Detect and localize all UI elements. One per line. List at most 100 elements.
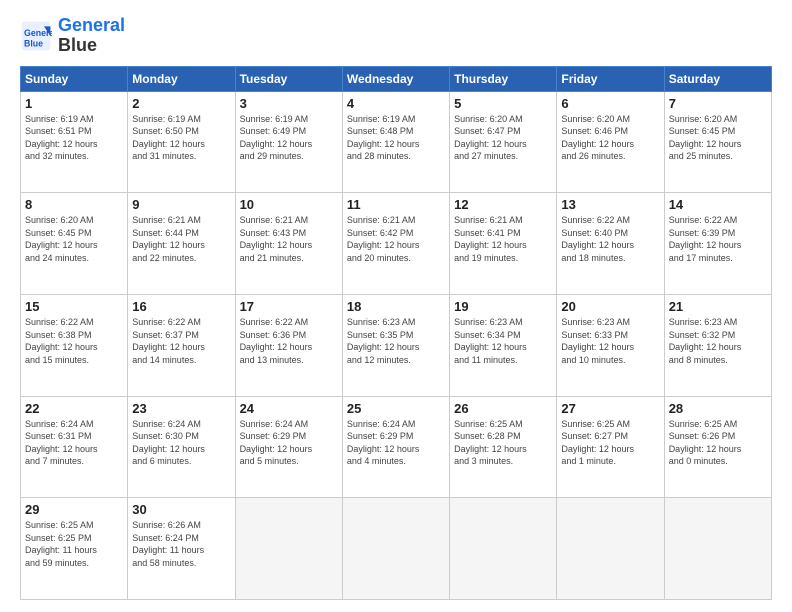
day-cell: 28 Sunrise: 6:25 AM Sunset: 6:26 PM Dayli… [664, 396, 771, 498]
day-number: 10 [240, 197, 338, 212]
day-number: 9 [132, 197, 230, 212]
day-number: 19 [454, 299, 552, 314]
day-number: 12 [454, 197, 552, 212]
day-number: 3 [240, 96, 338, 111]
weekday-header-thursday: Thursday [450, 66, 557, 91]
day-info: Sunrise: 6:25 AM Sunset: 6:28 PM Dayligh… [454, 418, 552, 468]
day-cell: 19Sunrise: 6:23 AM Sunset: 6:34 PM Dayli… [450, 294, 557, 396]
day-info: Sunrise: 6:22 AM Sunset: 6:39 PM Dayligh… [669, 214, 767, 264]
day-cell: 6 Sunrise: 6:20 AM Sunset: 6:46 PM Daylig… [557, 91, 664, 193]
day-number: 23 [132, 401, 230, 416]
week-row-5: 29Sunrise: 6:25 AM Sunset: 6:25 PM Dayli… [21, 498, 772, 600]
day-number: 11 [347, 197, 445, 212]
day-cell: 12 Sunrise: 6:21 AM Sunset: 6:41 PM Dayli… [450, 193, 557, 295]
day-cell: 7 Sunrise: 6:20 AM Sunset: 6:45 PM Daylig… [664, 91, 771, 193]
day-cell: 22 Sunrise: 6:24 AM Sunset: 6:31 PM Dayli… [21, 396, 128, 498]
day-cell [557, 498, 664, 600]
weekday-header-wednesday: Wednesday [342, 66, 449, 91]
logo-text: GeneralBlue [58, 16, 125, 56]
day-number: 30 [132, 502, 230, 517]
day-number: 28 [669, 401, 767, 416]
day-info: Sunrise: 6:20 AM Sunset: 6:46 PM Dayligh… [561, 113, 659, 163]
day-number: 15 [25, 299, 123, 314]
day-info: Sunrise: 6:23 AM Sunset: 6:33 PM Dayligh… [561, 316, 659, 366]
calendar: SundayMondayTuesdayWednesdayThursdayFrid… [20, 66, 772, 600]
day-cell: 8 Sunrise: 6:20 AM Sunset: 6:45 PM Daylig… [21, 193, 128, 295]
day-cell: 26 Sunrise: 6:25 AM Sunset: 6:28 PM Dayli… [450, 396, 557, 498]
weekday-header-friday: Friday [557, 66, 664, 91]
day-info: Sunrise: 6:23 AM Sunset: 6:35 PM Dayligh… [347, 316, 445, 366]
logo: General Blue GeneralBlue [20, 16, 125, 56]
day-number: 1 [25, 96, 123, 111]
day-info: Sunrise: 6:20 AM Sunset: 6:45 PM Dayligh… [25, 214, 123, 264]
day-cell: 14 Sunrise: 6:22 AM Sunset: 6:39 PM Dayli… [664, 193, 771, 295]
day-info: Sunrise: 6:19 AM Sunset: 6:49 PM Dayligh… [240, 113, 338, 163]
day-number: 7 [669, 96, 767, 111]
day-info: Sunrise: 6:19 AM Sunset: 6:50 PM Dayligh… [132, 113, 230, 163]
day-number: 27 [561, 401, 659, 416]
day-number: 14 [669, 197, 767, 212]
day-number: 25 [347, 401, 445, 416]
day-cell [664, 498, 771, 600]
day-info: Sunrise: 6:19 AM Sunset: 6:48 PM Dayligh… [347, 113, 445, 163]
day-info: Sunrise: 6:21 AM Sunset: 6:41 PM Dayligh… [454, 214, 552, 264]
weekday-header-monday: Monday [128, 66, 235, 91]
day-cell: 4 Sunrise: 6:19 AM Sunset: 6:48 PM Daylig… [342, 91, 449, 193]
day-info: Sunrise: 6:25 AM Sunset: 6:27 PM Dayligh… [561, 418, 659, 468]
day-cell: 1Sunrise: 6:19 AM Sunset: 6:51 PM Daylig… [21, 91, 128, 193]
day-info: Sunrise: 6:24 AM Sunset: 6:29 PM Dayligh… [347, 418, 445, 468]
day-number: 4 [347, 96, 445, 111]
day-info: Sunrise: 6:23 AM Sunset: 6:32 PM Dayligh… [669, 316, 767, 366]
day-number: 8 [25, 197, 123, 212]
day-cell: 2Sunrise: 6:19 AM Sunset: 6:50 PM Daylig… [128, 91, 235, 193]
day-cell [450, 498, 557, 600]
day-number: 24 [240, 401, 338, 416]
weekday-header-row: SundayMondayTuesdayWednesdayThursdayFrid… [21, 66, 772, 91]
day-cell [235, 498, 342, 600]
day-info: Sunrise: 6:20 AM Sunset: 6:45 PM Dayligh… [669, 113, 767, 163]
day-cell [342, 498, 449, 600]
day-cell: 13 Sunrise: 6:22 AM Sunset: 6:40 PM Dayli… [557, 193, 664, 295]
day-number: 20 [561, 299, 659, 314]
day-cell: 5Sunrise: 6:20 AM Sunset: 6:47 PM Daylig… [450, 91, 557, 193]
day-info: Sunrise: 6:22 AM Sunset: 6:38 PM Dayligh… [25, 316, 123, 366]
day-cell: 10 Sunrise: 6:21 AM Sunset: 6:43 PM Dayli… [235, 193, 342, 295]
day-number: 6 [561, 96, 659, 111]
day-number: 18 [347, 299, 445, 314]
day-number: 21 [669, 299, 767, 314]
day-cell: 18 Sunrise: 6:23 AM Sunset: 6:35 PM Dayli… [342, 294, 449, 396]
day-info: Sunrise: 6:24 AM Sunset: 6:31 PM Dayligh… [25, 418, 123, 468]
day-cell: 17 Sunrise: 6:22 AM Sunset: 6:36 PM Dayli… [235, 294, 342, 396]
day-number: 13 [561, 197, 659, 212]
day-info: Sunrise: 6:24 AM Sunset: 6:29 PM Dayligh… [240, 418, 338, 468]
day-info: Sunrise: 6:22 AM Sunset: 6:36 PM Dayligh… [240, 316, 338, 366]
day-number: 16 [132, 299, 230, 314]
day-cell: 29Sunrise: 6:25 AM Sunset: 6:25 PM Dayli… [21, 498, 128, 600]
day-cell: 25 Sunrise: 6:24 AM Sunset: 6:29 PM Dayli… [342, 396, 449, 498]
weekday-header-tuesday: Tuesday [235, 66, 342, 91]
day-number: 26 [454, 401, 552, 416]
day-number: 5 [454, 96, 552, 111]
logo-icon: General Blue [20, 20, 52, 52]
day-number: 22 [25, 401, 123, 416]
day-cell: 24 Sunrise: 6:24 AM Sunset: 6:29 PM Dayli… [235, 396, 342, 498]
page: General Blue GeneralBlue SundayMondayTue… [0, 0, 792, 612]
day-cell: 30Sunrise: 6:26 AM Sunset: 6:24 PM Dayli… [128, 498, 235, 600]
weekday-header-sunday: Sunday [21, 66, 128, 91]
day-cell: 9 Sunrise: 6:21 AM Sunset: 6:44 PM Daylig… [128, 193, 235, 295]
day-cell: 16 Sunrise: 6:22 AM Sunset: 6:37 PM Dayli… [128, 294, 235, 396]
day-info: Sunrise: 6:22 AM Sunset: 6:37 PM Dayligh… [132, 316, 230, 366]
day-info: Sunrise: 6:21 AM Sunset: 6:44 PM Dayligh… [132, 214, 230, 264]
svg-text:Blue: Blue [24, 38, 43, 48]
day-info: Sunrise: 6:21 AM Sunset: 6:43 PM Dayligh… [240, 214, 338, 264]
day-number: 17 [240, 299, 338, 314]
week-row-3: 15 Sunrise: 6:22 AM Sunset: 6:38 PM Dayli… [21, 294, 772, 396]
day-info: Sunrise: 6:25 AM Sunset: 6:26 PM Dayligh… [669, 418, 767, 468]
header: General Blue GeneralBlue [20, 16, 772, 56]
day-info: Sunrise: 6:22 AM Sunset: 6:40 PM Dayligh… [561, 214, 659, 264]
day-cell: 3 Sunrise: 6:19 AM Sunset: 6:49 PM Daylig… [235, 91, 342, 193]
day-cell: 11Sunrise: 6:21 AM Sunset: 6:42 PM Dayli… [342, 193, 449, 295]
day-info: Sunrise: 6:24 AM Sunset: 6:30 PM Dayligh… [132, 418, 230, 468]
day-number: 29 [25, 502, 123, 517]
day-cell: 27 Sunrise: 6:25 AM Sunset: 6:27 PM Dayli… [557, 396, 664, 498]
